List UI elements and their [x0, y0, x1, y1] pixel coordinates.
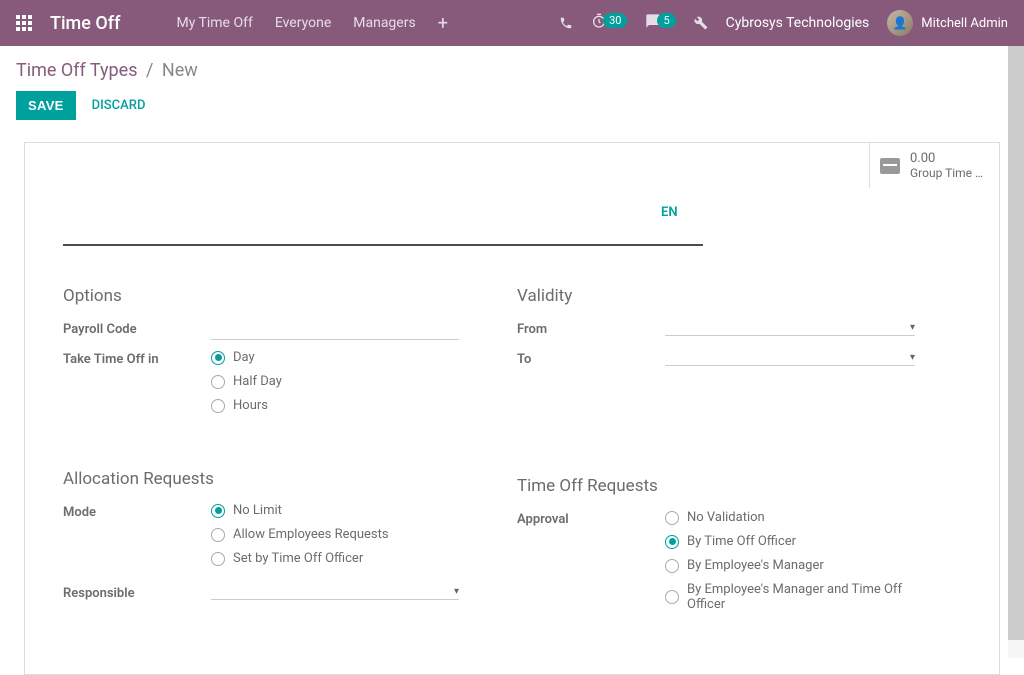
radio-no-validation[interactable]: No Validation: [665, 510, 961, 525]
user-name: Mitchell Admin: [921, 16, 1008, 31]
chat-badge[interactable]: 5: [645, 13, 675, 33]
stat-label: Group Time …: [910, 166, 983, 180]
scroll-thumb[interactable]: [1008, 46, 1024, 640]
timer-badge[interactable]: 30: [591, 13, 627, 33]
radio-allow-employees[interactable]: Allow Employees Requests: [211, 527, 507, 542]
user-menu[interactable]: 👤 Mitchell Admin: [887, 10, 1008, 36]
section-allocation: Allocation Requests: [63, 469, 507, 489]
wrench-icon[interactable]: [694, 16, 708, 30]
radio-no-limit[interactable]: No Limit: [211, 503, 507, 518]
radio-by-manager[interactable]: By Employee's Manager: [665, 558, 961, 573]
scrollbar[interactable]: [1008, 46, 1024, 658]
form-sheet: 0.00 Group Time … EN Options Payroll Cod…: [24, 142, 1000, 675]
nav-managers[interactable]: Managers: [353, 15, 415, 31]
discard-button[interactable]: DISCARD: [92, 98, 146, 113]
radio-day[interactable]: Day: [211, 350, 507, 365]
company-name[interactable]: Cybrosys Technologies: [726, 15, 870, 31]
nav-right: 30 5 Cybrosys Technologies 👤 Mitchell Ad…: [559, 10, 1008, 36]
input-payroll-code[interactable]: [211, 320, 459, 340]
label-approval: Approval: [517, 510, 665, 612]
save-button[interactable]: SAVE: [16, 91, 76, 120]
plus-icon[interactable]: +: [438, 13, 448, 34]
caret-down-icon: ▾: [454, 586, 459, 597]
app-brand[interactable]: Time Off: [50, 13, 120, 34]
dropdown-responsible[interactable]: ▾: [211, 584, 459, 600]
content: Time Off Types / New SAVE DISCARD 0.00 G…: [0, 46, 1024, 675]
label-to: To: [517, 350, 665, 372]
name-input[interactable]: [63, 209, 703, 246]
radio-half-day[interactable]: Half Day: [211, 374, 507, 389]
radio-group-mode: No Limit Allow Employees Requests Set by…: [211, 503, 507, 566]
button-box: 0.00 Group Time …: [25, 143, 999, 189]
section-validity: Validity: [517, 286, 961, 306]
phone-icon[interactable]: [559, 16, 573, 30]
label-from: From: [517, 320, 665, 342]
label-take-time-off: Take Time Off in: [63, 350, 211, 413]
input-from[interactable]: ▾: [665, 320, 915, 336]
stat-group-time[interactable]: 0.00 Group Time …: [869, 143, 999, 188]
caret-down-icon: ▾: [910, 352, 915, 363]
label-responsible: Responsible: [63, 584, 211, 606]
radio-set-by-officer[interactable]: Set by Time Off Officer: [211, 551, 507, 566]
stat-value: 0.00: [910, 151, 983, 167]
radio-by-both[interactable]: By Employee's Manager and Time Off Offic…: [665, 582, 961, 612]
apps-icon[interactable]: [16, 15, 32, 31]
breadcrumb-current: New: [162, 60, 198, 81]
caret-down-icon: ▾: [910, 322, 915, 333]
lang-tag[interactable]: EN: [661, 205, 678, 220]
archive-icon: [880, 158, 900, 174]
radio-group-approval: No Validation By Time Off Officer By Emp…: [665, 510, 961, 612]
timer-badge-count: 30: [603, 13, 627, 28]
section-options: Options: [63, 286, 507, 306]
chat-badge-count: 5: [657, 13, 675, 28]
nav-everyone[interactable]: Everyone: [275, 15, 331, 31]
action-bar: SAVE DISCARD: [16, 91, 1008, 120]
breadcrumb: Time Off Types / New: [16, 60, 1008, 81]
breadcrumb-root[interactable]: Time Off Types: [16, 60, 138, 81]
radio-group-take: Day Half Day Hours: [211, 350, 507, 413]
avatar: 👤: [887, 10, 913, 36]
input-to[interactable]: ▾: [665, 350, 915, 366]
navbar: Time Off My Time Off Everyone Managers +…: [0, 0, 1024, 46]
label-mode: Mode: [63, 503, 211, 566]
radio-by-officer[interactable]: By Time Off Officer: [665, 534, 961, 549]
radio-hours[interactable]: Hours: [211, 398, 507, 413]
label-payroll-code: Payroll Code: [63, 320, 211, 342]
section-requests: Time Off Requests: [517, 476, 961, 496]
nav-links: My Time Off Everyone Managers: [176, 15, 415, 31]
nav-my-time-off[interactable]: My Time Off: [176, 15, 252, 31]
